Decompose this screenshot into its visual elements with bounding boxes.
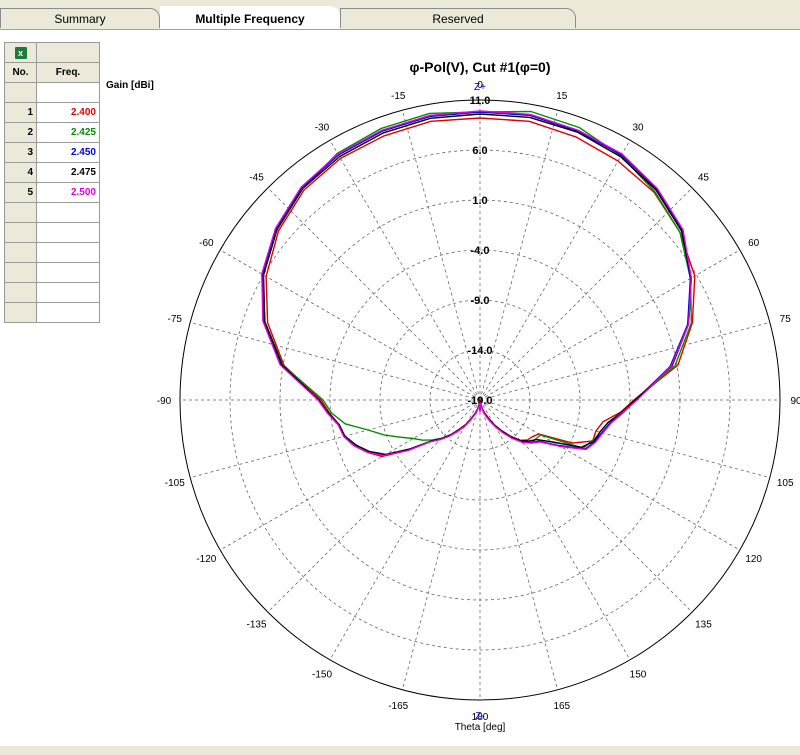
angle-tick-label: -75	[168, 314, 183, 325]
radial-tick-label: -14.0	[467, 345, 492, 357]
chart-title: φ-Pol(V), Cut #1(φ=0)	[410, 59, 551, 75]
angle-tick-label: -60	[199, 238, 214, 249]
angle-tick-label: 150	[630, 670, 647, 681]
tab-reserved[interactable]: Reserved	[340, 8, 576, 28]
z-minus-label: Z-	[475, 711, 484, 722]
angle-tick-label: -45	[249, 173, 264, 184]
angle-tick-label: 120	[745, 554, 762, 565]
status-bar	[0, 746, 800, 755]
grid-spoke	[479, 249, 741, 401]
angle-tick-label: 15	[556, 91, 568, 102]
angle-tick-label: 45	[698, 173, 710, 184]
tab-bar: Summary Multiple Frequency Reserved	[0, 0, 800, 30]
angle-tick-label: 165	[553, 701, 570, 712]
grid-spoke	[219, 249, 481, 401]
x-axis-label: Theta [deg]	[455, 722, 506, 733]
angle-tick-label: -15	[391, 91, 406, 102]
angle-tick-label: -165	[388, 701, 408, 712]
angle-tick-label: 135	[695, 619, 712, 630]
radial-tick-label: 11.0	[470, 95, 491, 107]
angle-tick-label: -135	[247, 619, 267, 630]
radial-tick-label: -4.0	[471, 245, 490, 257]
angle-tick-label: -30	[315, 122, 330, 133]
chart-panel: x No. Freq. 1 2.400 2 2.425 3 2.450 4 2.…	[0, 30, 800, 746]
angle-tick-label: 90	[790, 396, 800, 407]
grid-spoke	[219, 399, 481, 551]
grid-spoke	[329, 399, 481, 661]
z-plus-label: Z+	[474, 82, 486, 93]
grid-spoke	[479, 321, 770, 401]
grid-spoke	[267, 187, 481, 401]
tab-summary[interactable]: Summary	[0, 8, 160, 28]
grid-spoke	[190, 321, 481, 401]
grid-spoke	[479, 139, 631, 401]
angle-tick-label: -120	[196, 554, 216, 565]
angle-tick-label: -150	[312, 670, 332, 681]
angle-tick-label: 60	[748, 238, 760, 249]
angle-tick-label: 30	[632, 122, 644, 133]
tab-multiple-frequency[interactable]: Multiple Frequency	[160, 6, 340, 30]
angle-tick-label: 75	[780, 314, 792, 325]
grid-spoke	[329, 139, 481, 401]
radial-tick-label: 1.0	[472, 195, 487, 207]
radial-tick-label: 6.0	[472, 145, 487, 157]
y-axis-label: Gain [dBi]	[106, 80, 154, 91]
grid-spoke	[401, 399, 481, 690]
polar-chart: 11.06.01.0-4.0-9.0-14.0-19.0 01530456075…	[106, 59, 800, 733]
angle-tick-label: -105	[165, 478, 185, 489]
grid-spoke	[479, 187, 693, 401]
angle-tick-label: -90	[157, 396, 172, 407]
grid-spoke	[479, 399, 693, 613]
angle-tick-label: 105	[777, 478, 794, 489]
radial-tick-label: -9.0	[471, 295, 490, 307]
